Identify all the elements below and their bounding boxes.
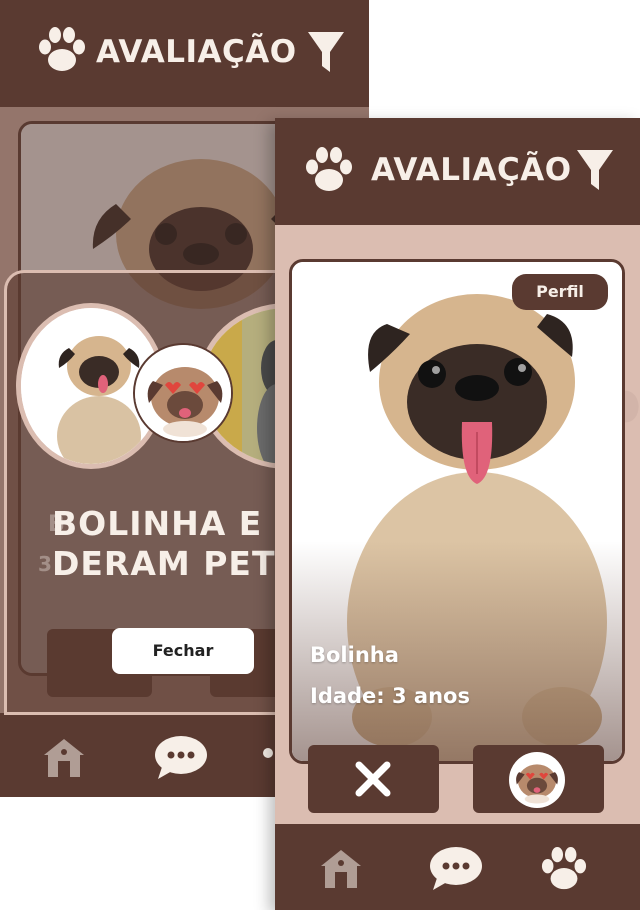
pug-love-sticker xyxy=(133,343,233,443)
like-button[interactable] xyxy=(473,745,604,813)
header: AVALIAÇÃO xyxy=(275,118,640,225)
paw-icon xyxy=(39,27,85,71)
hidden-age-digit: 3 xyxy=(38,552,52,576)
chat-icon[interactable] xyxy=(427,844,485,892)
header: AVALIAÇÃO xyxy=(0,0,369,107)
paw-icon[interactable] xyxy=(262,743,274,763)
close-match-button[interactable]: Fechar xyxy=(112,628,254,674)
pet-card: Perfil Bolinha Idade: 3 anos xyxy=(289,259,625,764)
page-title: AVALIAÇÃO xyxy=(96,34,297,70)
match-title-line2: DERAM PETC xyxy=(52,544,301,583)
paw-icon xyxy=(306,147,352,191)
dislike-button[interactable] xyxy=(308,745,439,813)
paw-icon[interactable] xyxy=(537,846,591,892)
close-icon xyxy=(355,761,391,797)
pet-name: Bolinha xyxy=(310,643,399,667)
filter-icon[interactable] xyxy=(306,30,346,76)
home-icon[interactable] xyxy=(317,846,365,892)
page-title: AVALIAÇÃO xyxy=(371,152,572,188)
bottom-nav xyxy=(275,824,640,910)
filter-icon[interactable] xyxy=(575,148,615,194)
profile-button[interactable]: Perfil xyxy=(512,274,608,310)
chat-icon[interactable] xyxy=(152,733,210,781)
pug-love-sticker xyxy=(509,752,565,808)
front-screen: AVALIAÇÃO Perfil Bolinha Idade: 3 anos xyxy=(275,118,640,910)
pet-age: Idade: 3 anos xyxy=(310,684,470,708)
home-icon[interactable] xyxy=(40,735,88,781)
